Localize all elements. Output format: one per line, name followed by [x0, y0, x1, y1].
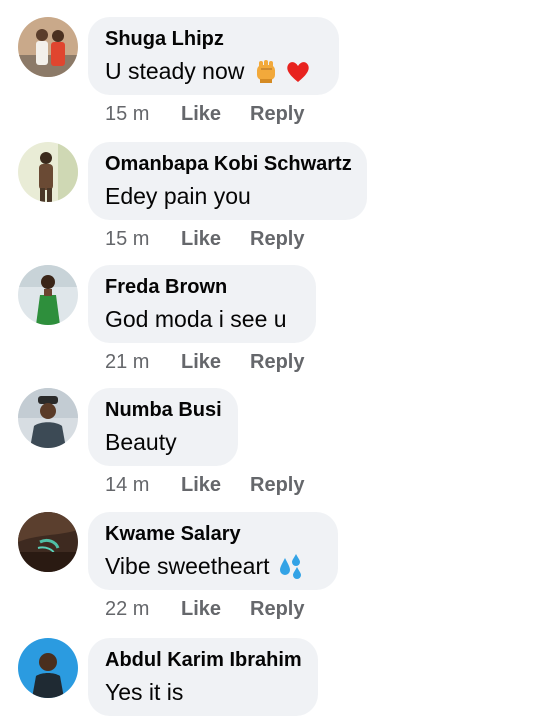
- reply-button[interactable]: Reply: [250, 474, 304, 497]
- comment-actions: 22 m Like Reply: [105, 596, 304, 622]
- comment-timestamp[interactable]: 15 m: [105, 228, 181, 251]
- comment-text: Beauty: [105, 429, 177, 455]
- sweat-droplets-emoji: [276, 552, 304, 580]
- comment-actions: 15 m Like Reply: [105, 101, 304, 127]
- comment-actions: 21 m Like Reply: [105, 349, 304, 375]
- like-button[interactable]: Like: [181, 103, 250, 126]
- comment-timestamp[interactable]: 15 m: [105, 103, 181, 126]
- avatar[interactable]: [18, 388, 78, 448]
- comment-timestamp[interactable]: 21 m: [105, 351, 181, 374]
- reply-button[interactable]: Reply: [250, 598, 304, 621]
- comment-bubble: Kwame Salary Vibe sweetheart: [88, 512, 338, 590]
- fist-emoji: [252, 57, 280, 85]
- comment-author[interactable]: Omanbapa Kobi Schwartz: [105, 152, 352, 176]
- comment-bubble: Freda Brown God moda i see u: [88, 265, 316, 343]
- like-button[interactable]: Like: [181, 228, 250, 251]
- like-button[interactable]: Like: [181, 598, 250, 621]
- avatar[interactable]: [18, 142, 78, 202]
- comment-text: Vibe sweetheart: [105, 553, 270, 579]
- comment-text: Edey pain you: [105, 183, 251, 209]
- comment-bubble: Shuga Lhipz U steady now: [88, 17, 339, 95]
- comment-author[interactable]: Freda Brown: [105, 275, 298, 299]
- comment-text: U steady now: [105, 58, 245, 84]
- comment-bubble: Omanbapa Kobi Schwartz Edey pain you: [88, 142, 367, 220]
- comment-author[interactable]: Shuga Lhipz: [105, 27, 321, 51]
- reply-button[interactable]: Reply: [250, 351, 304, 374]
- reply-button[interactable]: Reply: [250, 103, 304, 126]
- avatar[interactable]: [18, 265, 78, 325]
- comment-author[interactable]: Abdul Karim Ibrahim: [105, 648, 302, 672]
- comment-text: Yes it is: [105, 679, 184, 705]
- comment-author[interactable]: Kwame Salary: [105, 522, 320, 546]
- comment-actions: 15 m Like Reply: [105, 226, 304, 252]
- like-button[interactable]: Like: [181, 351, 250, 374]
- like-button[interactable]: Like: [181, 474, 250, 497]
- comment-actions: 14 m Like Reply: [105, 472, 304, 498]
- comment-bubble: Abdul Karim Ibrahim Yes it is: [88, 638, 318, 716]
- red-heart-emoji: [284, 57, 312, 85]
- comment-text: God moda i see u: [105, 306, 287, 332]
- comment-timestamp[interactable]: 22 m: [105, 598, 181, 621]
- avatar[interactable]: [18, 512, 78, 572]
- comment-author[interactable]: Numba Busi: [105, 398, 222, 422]
- comment-bubble: Numba Busi Beauty: [88, 388, 238, 466]
- avatar[interactable]: [18, 638, 78, 698]
- reply-button[interactable]: Reply: [250, 228, 304, 251]
- avatar[interactable]: [18, 17, 78, 77]
- comment-timestamp[interactable]: 14 m: [105, 474, 181, 497]
